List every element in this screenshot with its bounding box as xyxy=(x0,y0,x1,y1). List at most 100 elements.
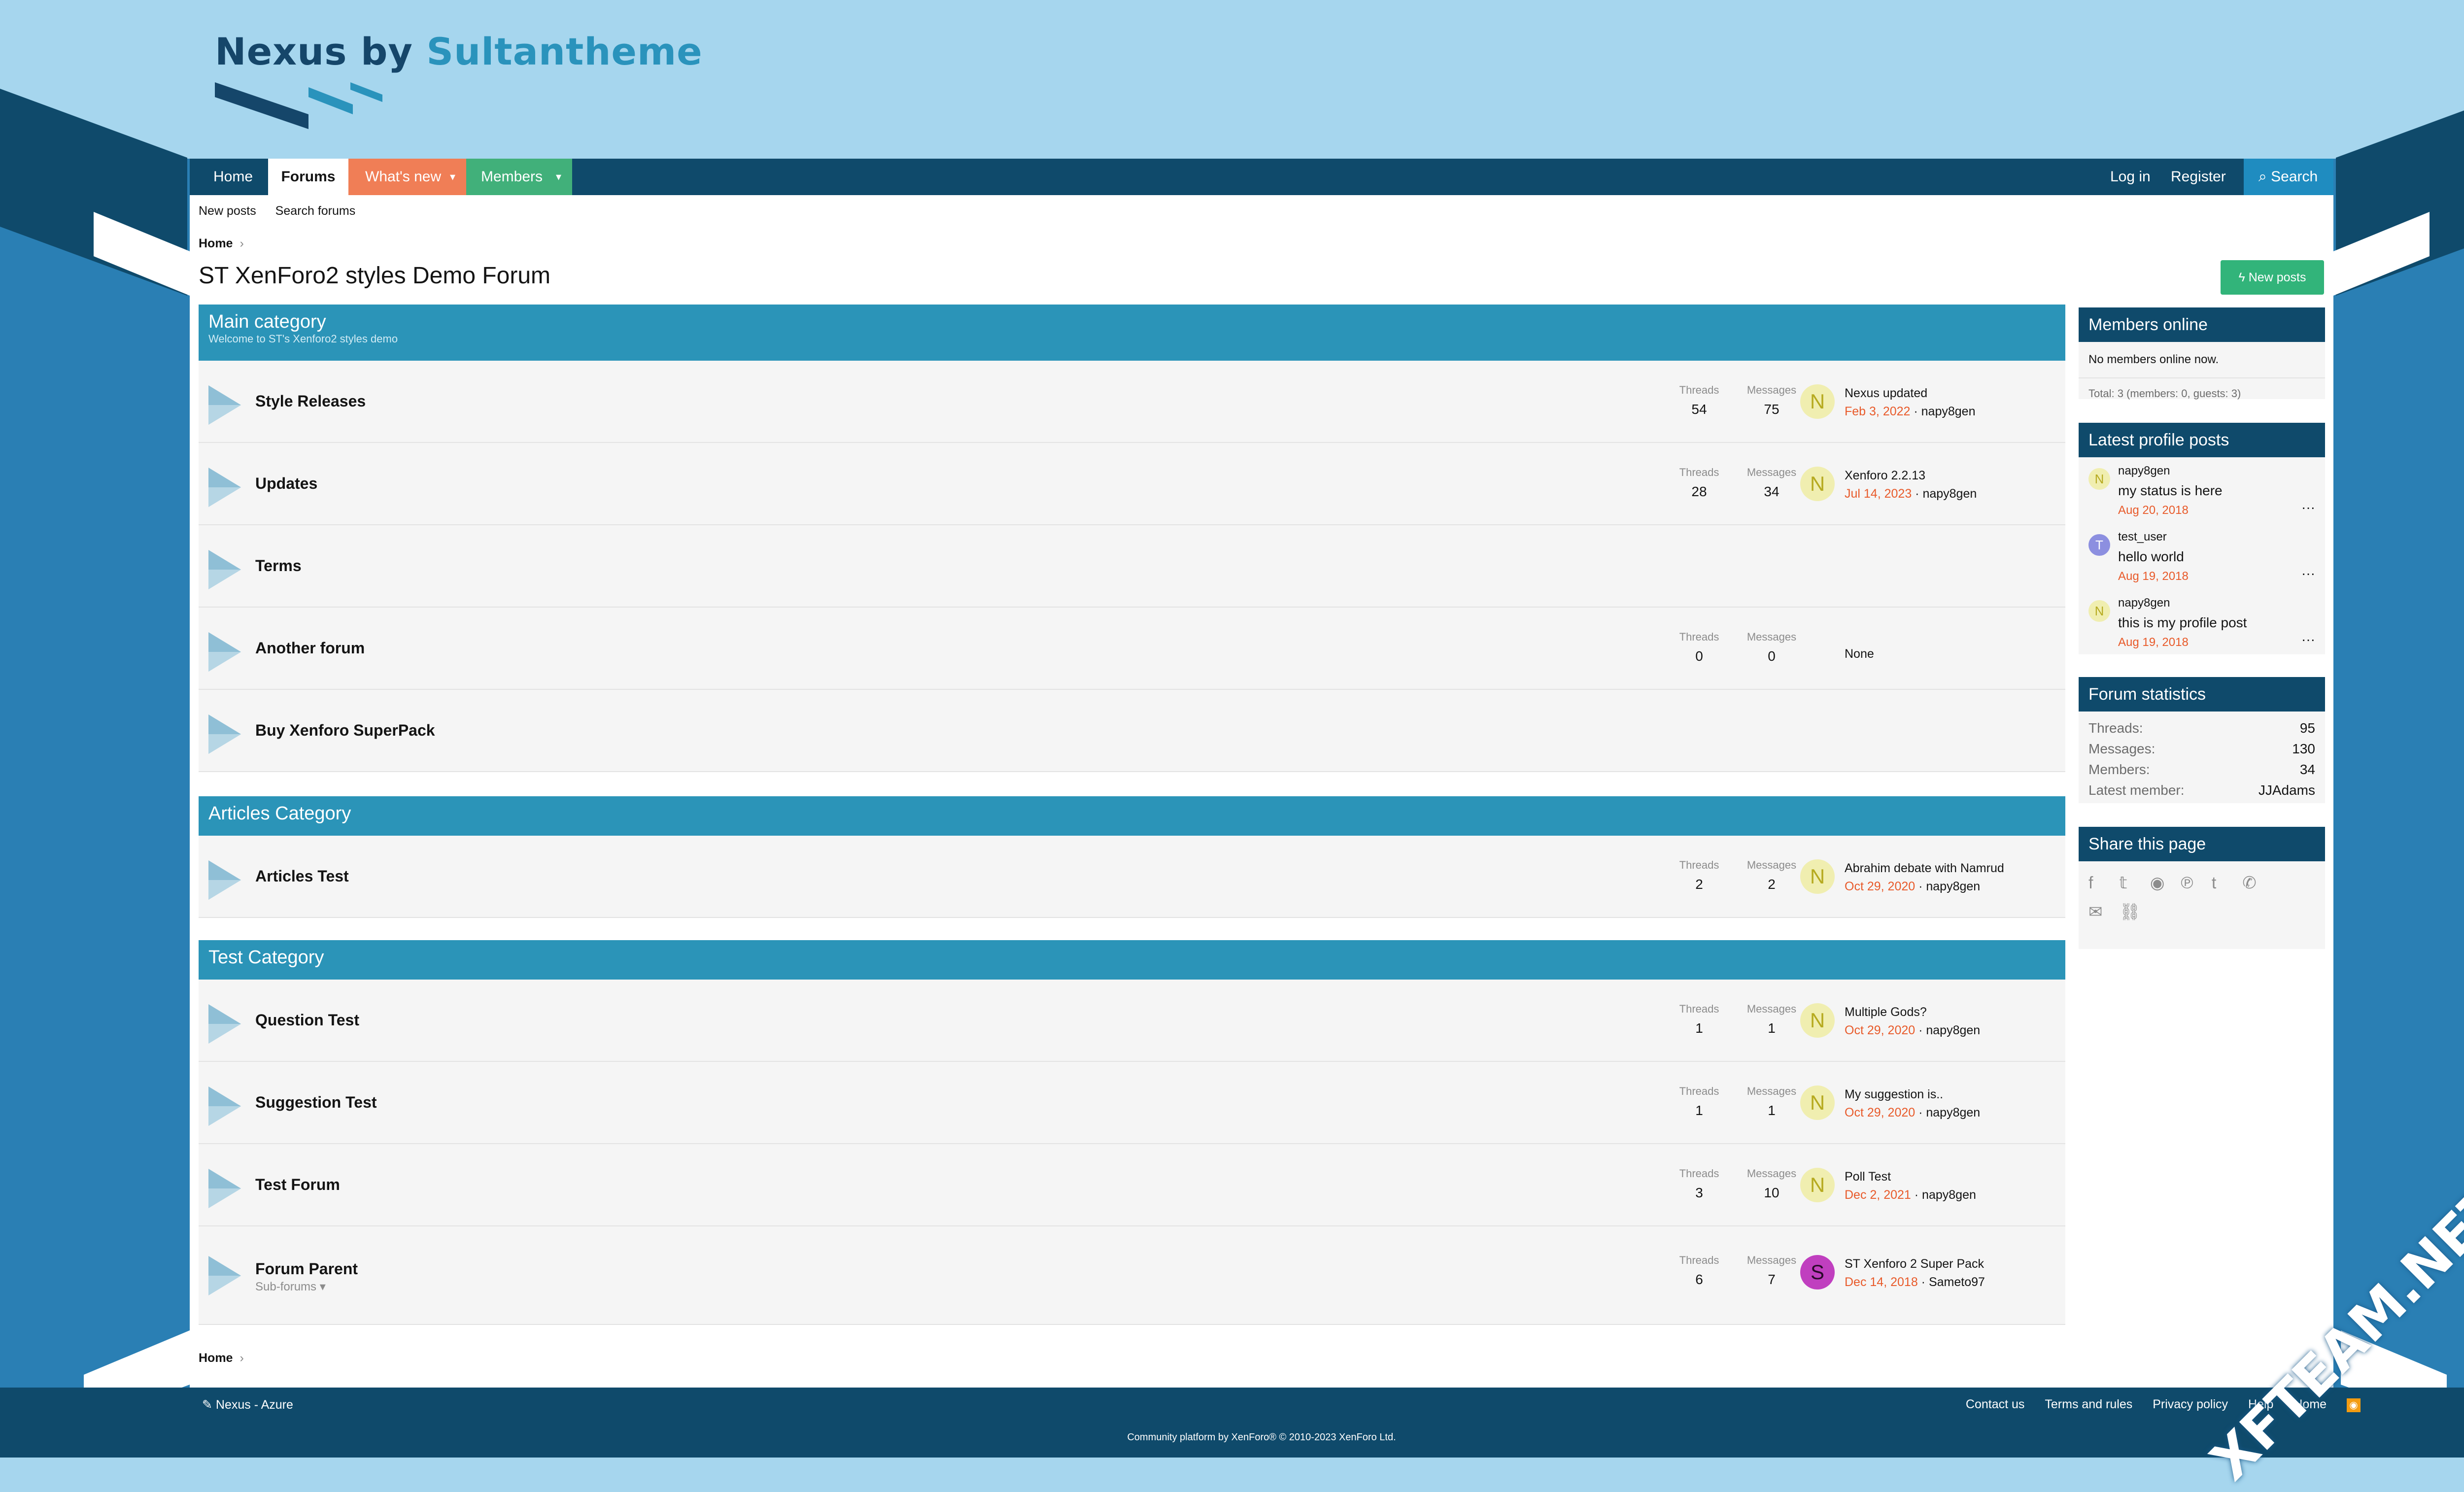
last-post-title[interactable]: Multiple Gods? xyxy=(1845,1005,1980,1019)
last-post-user[interactable]: napy8gen xyxy=(1921,405,1976,418)
whatsapp-icon[interactable]: ✆ xyxy=(2242,873,2271,902)
avatar[interactable]: N xyxy=(2088,468,2110,490)
link-icon[interactable]: ⛓ xyxy=(2119,902,2148,931)
avatar[interactable]: N xyxy=(1800,1085,1835,1120)
nav-tab-members[interactable]: Members ▾ xyxy=(466,159,572,195)
chevron-down-icon[interactable]: ▾ xyxy=(556,159,561,195)
forum-title[interactable]: Another forum xyxy=(255,639,365,657)
forum-node[interactable]: Updates Threads 28 Messages 34 N Xenforo 2… xyxy=(199,443,2065,525)
profile-post-user[interactable]: napy8gen xyxy=(2118,464,2170,478)
avatar[interactable]: T xyxy=(2088,534,2110,556)
forum-node[interactable]: Articles Test Threads 2 Messages 2 N Abrah… xyxy=(199,836,2065,918)
avatar[interactable]: N xyxy=(1800,1168,1835,1202)
site-logo[interactable]: Nexus by Sultantheme xyxy=(215,30,703,136)
forum-node[interactable]: Style Releases Threads 54 Messages 75 N Ne… xyxy=(199,361,2065,443)
tumblr-icon[interactable]: t xyxy=(2212,874,2240,902)
more-options-icon[interactable]: ··· xyxy=(2301,632,2315,647)
profile-post-date[interactable]: Aug 19, 2018 xyxy=(2118,570,2189,583)
block-title[interactable]: Share this page xyxy=(2079,827,2325,861)
forum-title[interactable]: Buy Xenforo SuperPack xyxy=(255,721,435,740)
twitter-icon[interactable]: 𝕥 xyxy=(2119,873,2148,902)
block-title[interactable]: Forum statistics xyxy=(2079,677,2325,712)
footer-link-terms[interactable]: Terms and rules xyxy=(2045,1397,2132,1411)
search-button[interactable]: ⌕ Search xyxy=(2244,159,2333,195)
profile-post-date[interactable]: Aug 19, 2018 xyxy=(2118,636,2189,649)
subnav-new-posts[interactable]: New posts xyxy=(199,204,256,218)
last-post-title[interactable]: ST Xenforo 2 Super Pack xyxy=(1845,1257,1985,1271)
new-posts-button[interactable]: ϟ New posts xyxy=(2221,260,2324,295)
email-icon[interactable]: ✉ xyxy=(2088,902,2117,931)
block-title[interactable]: Latest profile posts xyxy=(2079,423,2325,457)
category-title[interactable]: Main category xyxy=(208,311,2055,333)
more-options-icon[interactable]: ··· xyxy=(2301,500,2315,515)
last-post-date[interactable]: Oct 29, 2020 xyxy=(1845,1106,1915,1119)
last-post-title[interactable]: Nexus updated xyxy=(1845,386,1975,401)
subforums-toggle[interactable]: Sub-forums ▾ xyxy=(255,1280,326,1294)
forum-node[interactable]: Question Test Threads 1 Messages 1 N Multi… xyxy=(199,980,2065,1062)
style-chooser[interactable]: ✎ Nexus - Azure xyxy=(202,1397,293,1412)
last-post-date[interactable]: Dec 2, 2021 xyxy=(1845,1188,1911,1202)
avatar[interactable]: N xyxy=(1800,1003,1835,1038)
footer-link-contact[interactable]: Contact us xyxy=(1966,1397,2025,1411)
last-post-title[interactable]: Abrahim debate with Namrud xyxy=(1845,861,2004,876)
forum-node[interactable]: Buy Xenforo SuperPack xyxy=(199,690,2065,772)
forum-title[interactable]: Test Forum xyxy=(255,1176,340,1194)
nav-tab-forums[interactable]: Forums xyxy=(268,159,348,195)
last-post-date[interactable]: Feb 3, 2022 xyxy=(1845,405,1910,418)
avatar[interactable]: N xyxy=(1800,859,1835,894)
last-post-user[interactable]: napy8gen xyxy=(1926,880,1980,893)
last-post-user[interactable]: napy8gen xyxy=(1926,1106,1980,1119)
pinterest-icon[interactable]: ℗ xyxy=(2181,874,2209,902)
nav-tab-home[interactable]: Home xyxy=(213,159,253,195)
breadcrumb-home[interactable]: Home xyxy=(199,237,233,250)
last-post-date[interactable]: Oct 29, 2020 xyxy=(1845,880,1915,893)
forum-title[interactable]: Updates xyxy=(255,475,317,493)
last-post-date[interactable]: Dec 14, 2018 xyxy=(1845,1275,1918,1289)
forum-title[interactable]: Style Releases xyxy=(255,392,366,410)
last-post-user[interactable]: Sameto97 xyxy=(1929,1275,1985,1289)
category-header[interactable]: Articles Category xyxy=(199,796,2065,836)
nav-tab-whats-new[interactable]: What's new ▾ xyxy=(348,159,466,195)
last-post-user[interactable]: napy8gen xyxy=(1926,1023,1980,1037)
avatar[interactable]: N xyxy=(1800,467,1835,501)
category-title[interactable]: Articles Category xyxy=(208,803,2055,824)
category-header[interactable]: Main category Welcome to ST's Xenforo2 s… xyxy=(199,305,2065,361)
forum-node[interactable]: Another forum Threads 0 Messages 0 None xyxy=(199,608,2065,690)
forum-node[interactable]: Suggestion Test Threads 1 Messages 1 N My … xyxy=(199,1062,2065,1144)
rss-icon[interactable]: ◉ xyxy=(2347,1398,2361,1412)
footer-link-privacy[interactable]: Privacy policy xyxy=(2153,1397,2228,1411)
facebook-icon[interactable]: f xyxy=(2088,874,2117,902)
last-post-title[interactable]: Poll Test xyxy=(1845,1170,1976,1184)
last-post-title[interactable]: My suggestion is.. xyxy=(1845,1087,1980,1102)
chevron-down-icon[interactable]: ▾ xyxy=(450,159,455,195)
forum-node[interactable]: Terms xyxy=(199,525,2065,608)
forum-title[interactable]: Forum Parent xyxy=(255,1260,358,1278)
register-link[interactable]: Register xyxy=(2171,159,2226,195)
last-post-title[interactable]: Xenforo 2.2.13 xyxy=(1845,469,1977,483)
avatar[interactable]: N xyxy=(1800,384,1835,419)
profile-post-user[interactable]: test_user xyxy=(2118,530,2167,544)
breadcrumb-home[interactable]: Home xyxy=(199,1351,233,1365)
forum-node[interactable]: Forum Parent Sub-forums ▾ Threads 6 Messa… xyxy=(199,1226,2065,1325)
subnav-search-forums[interactable]: Search forums xyxy=(275,204,356,218)
forum-title[interactable]: Terms xyxy=(255,557,302,575)
latest-member-link[interactable]: JJAdams xyxy=(2259,782,2315,798)
last-post-date[interactable]: Jul 14, 2023 xyxy=(1845,487,1912,501)
more-options-icon[interactable]: ··· xyxy=(2301,566,2315,581)
forum-node[interactable]: Test Forum Threads 3 Messages 10 N Poll Te… xyxy=(199,1144,2065,1226)
last-post-date[interactable]: Oct 29, 2020 xyxy=(1845,1023,1915,1037)
category-header[interactable]: Test Category xyxy=(199,940,2065,980)
profile-post-date[interactable]: Aug 20, 2018 xyxy=(2118,504,2189,517)
avatar[interactable]: S xyxy=(1800,1255,1835,1289)
reddit-icon[interactable]: ◉ xyxy=(2150,873,2179,902)
forum-title[interactable]: Articles Test xyxy=(255,867,349,885)
login-link[interactable]: Log in xyxy=(2110,159,2151,195)
forum-title[interactable]: Suggestion Test xyxy=(255,1093,377,1112)
forum-title[interactable]: Question Test xyxy=(255,1011,359,1029)
avatar[interactable]: N xyxy=(2088,600,2110,622)
category-title[interactable]: Test Category xyxy=(208,947,2055,968)
last-post-user[interactable]: napy8gen xyxy=(1922,487,1977,501)
profile-post-user[interactable]: napy8gen xyxy=(2118,596,2170,610)
last-post-user[interactable]: napy8gen xyxy=(1922,1188,1976,1202)
block-title[interactable]: Members online xyxy=(2079,307,2325,342)
